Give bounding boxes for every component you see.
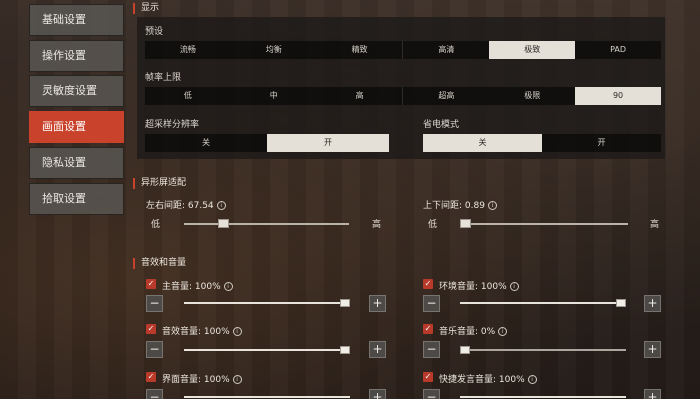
master-volume-fill: [184, 302, 350, 304]
sfx-volume-checkbox[interactable]: ✓: [146, 324, 156, 334]
ui-volume-minus-button[interactable]: −: [146, 389, 163, 399]
music-volume-slider[interactable]: [460, 346, 626, 354]
sfx-volume-fill: [184, 349, 350, 351]
fps-option-low[interactable]: 低: [145, 87, 231, 105]
quick-chat-volume-fill: [460, 396, 626, 398]
fps-option-high[interactable]: 高: [317, 87, 403, 105]
sidebar-item-privacy[interactable]: 隐私设置: [29, 147, 124, 179]
info-icon[interactable]: i: [216, 201, 226, 210]
section-title-screen-adapt: 异形屏适配: [133, 178, 186, 189]
ui-volume-label: 界面音量: 100% i: [162, 372, 242, 385]
info-icon[interactable]: i: [232, 327, 242, 336]
music-volume-minus-button[interactable]: −: [423, 341, 440, 358]
sidebar-item-pickup[interactable]: 拾取设置: [29, 183, 124, 215]
fps-segmented-control: 低 中 高 超高 极限 90: [145, 87, 661, 105]
info-icon[interactable]: i: [232, 375, 242, 384]
master-volume-minus-button[interactable]: −: [146, 295, 163, 312]
preset-option-ultra[interactable]: 极致: [489, 41, 576, 59]
master-volume-handle[interactable]: [340, 299, 350, 307]
power-save-toggle: 关 开: [423, 134, 661, 152]
horizontal-spacing-slider[interactable]: [184, 219, 349, 228]
sfx-volume-slider[interactable]: [184, 346, 350, 354]
ambient-volume-checkbox[interactable]: ✓: [423, 279, 433, 289]
music-volume-text: 音乐音量: 0%: [439, 327, 496, 337]
vertical-spacing-min-label: 低: [428, 220, 438, 230]
ui-volume-plus-button[interactable]: +: [369, 389, 386, 399]
horizontal-spacing-min-label: 低: [151, 220, 161, 230]
fps-option-ultra-high[interactable]: 超高: [402, 87, 489, 105]
sidebar-item-basic[interactable]: 基础设置: [29, 4, 124, 36]
ambient-volume-fill: [460, 302, 626, 304]
sfx-volume-label: 音效音量: 100% i: [162, 324, 242, 337]
info-icon[interactable]: i: [509, 282, 519, 291]
ambient-volume-plus-button[interactable]: +: [644, 295, 661, 312]
preset-option-balanced[interactable]: 均衡: [231, 41, 317, 59]
master-volume-checkbox[interactable]: ✓: [146, 279, 156, 289]
preset-segmented-control: 流畅 均衡 精致 高清 极致 PAD: [145, 41, 661, 59]
quick-chat-volume-text: 快捷发言音量: 100%: [439, 375, 525, 385]
power-save-option-on[interactable]: 开: [542, 134, 661, 152]
horizontal-spacing-label: 左右间距: 67.54 i: [146, 198, 226, 211]
vertical-spacing-slider-handle[interactable]: [460, 219, 471, 228]
vertical-spacing-slider[interactable]: [460, 219, 628, 228]
sidebar-item-controls[interactable]: 操作设置: [29, 40, 124, 72]
quick-chat-volume-label: 快捷发言音量: 100% i: [439, 372, 537, 385]
sfx-volume-plus-button[interactable]: +: [369, 341, 386, 358]
sidebar-item-graphics[interactable]: 画面设置: [29, 111, 124, 143]
section-title-audio: 音效和音量: [133, 258, 186, 269]
info-icon[interactable]: i: [527, 375, 537, 384]
master-volume-plus-button[interactable]: +: [369, 295, 386, 312]
ui-volume-fill: [184, 396, 350, 398]
ambient-volume-label: 环境音量: 100% i: [439, 279, 519, 292]
vertical-spacing-text: 上下间距: 0.89: [423, 201, 485, 211]
section-title-display: 显示: [133, 3, 159, 14]
ambient-volume-minus-button[interactable]: −: [423, 295, 440, 312]
music-volume-plus-button[interactable]: +: [644, 341, 661, 358]
preset-option-pad[interactable]: PAD: [575, 41, 661, 59]
sidebar-item-sensitivity[interactable]: 灵敏度设置: [29, 75, 124, 107]
ambient-volume-text: 环境音量: 100%: [439, 282, 507, 292]
preset-option-fine[interactable]: 精致: [317, 41, 403, 59]
super-res-option-on[interactable]: 开: [267, 134, 389, 152]
info-icon[interactable]: i: [487, 201, 497, 210]
quick-chat-volume-slider[interactable]: [460, 396, 626, 398]
master-volume-text: 主音量: 100%: [162, 282, 221, 292]
power-save-option-off[interactable]: 关: [423, 134, 542, 152]
ui-volume-checkbox[interactable]: ✓: [146, 372, 156, 382]
info-icon[interactable]: i: [223, 282, 233, 291]
music-volume-label: 音乐音量: 0% i: [439, 324, 508, 337]
info-icon[interactable]: i: [498, 327, 508, 336]
power-save-label: 省电模式: [423, 120, 460, 130]
sfx-volume-text: 音效音量: 100%: [162, 327, 230, 337]
preset-option-hd[interactable]: 高清: [402, 41, 489, 59]
ambient-volume-slider[interactable]: [460, 299, 626, 307]
music-volume-checkbox[interactable]: ✓: [423, 324, 433, 334]
music-volume-handle[interactable]: [460, 346, 470, 354]
super-res-label: 超采样分辨率: [145, 120, 200, 130]
quick-chat-volume-plus-button[interactable]: +: [644, 389, 661, 399]
vertical-spacing-max-label: 高: [650, 220, 660, 230]
ui-volume-text: 界面音量: 100%: [162, 375, 230, 385]
fps-option-90[interactable]: 90: [575, 87, 661, 105]
quick-chat-volume-minus-button[interactable]: −: [423, 389, 440, 399]
horizontal-spacing-max-label: 高: [372, 220, 382, 230]
vertical-spacing-label: 上下间距: 0.89 i: [423, 198, 497, 211]
master-volume-slider[interactable]: [184, 299, 350, 307]
ui-volume-slider[interactable]: [184, 396, 350, 398]
sfx-volume-minus-button[interactable]: −: [146, 341, 163, 358]
horizontal-spacing-slider-handle[interactable]: [218, 219, 230, 228]
super-res-toggle: 关 开: [145, 134, 389, 152]
ambient-volume-handle[interactable]: [616, 299, 626, 307]
fps-label: 帧率上限: [145, 73, 182, 83]
horizontal-spacing-text: 左右间距: 67.54: [146, 201, 214, 211]
fps-option-medium[interactable]: 中: [231, 87, 317, 105]
master-volume-label: 主音量: 100% i: [162, 279, 233, 292]
fps-option-extreme[interactable]: 极限: [489, 87, 575, 105]
quick-chat-volume-checkbox[interactable]: ✓: [423, 372, 433, 382]
preset-option-smooth[interactable]: 流畅: [145, 41, 231, 59]
sfx-volume-handle[interactable]: [340, 346, 350, 354]
preset-label: 预设: [145, 27, 164, 37]
super-res-option-off[interactable]: 关: [145, 134, 267, 152]
